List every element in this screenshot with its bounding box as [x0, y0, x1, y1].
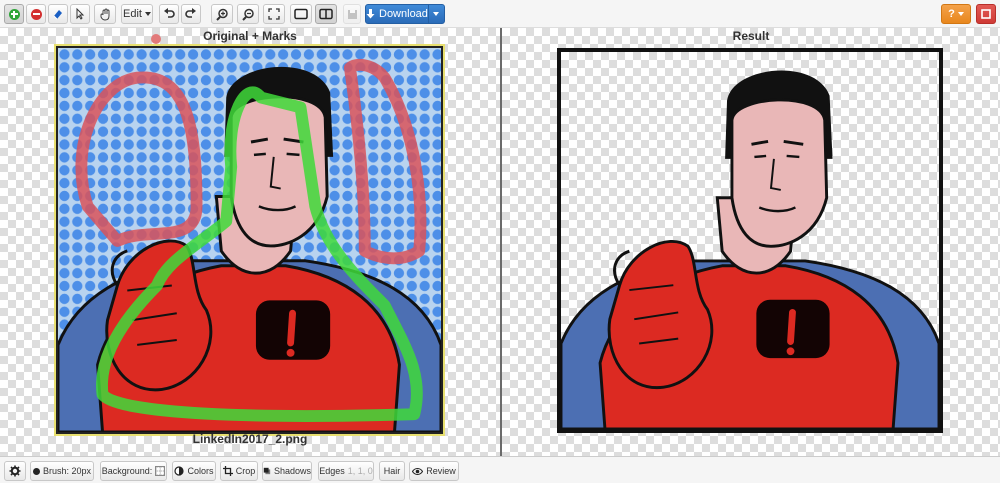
edges-button[interactable]: Edges 1, 1, 0: [318, 461, 374, 481]
close-icon: [981, 9, 991, 19]
eraser-icon: [53, 10, 62, 20]
zoom-out-icon: [241, 8, 254, 21]
crop-icon: [222, 466, 233, 476]
original-canvas[interactable]: [56, 46, 443, 434]
split-pane-icon: [319, 8, 333, 20]
hair-label: Hair: [383, 466, 401, 476]
original-pane-title: Original + Marks: [203, 29, 297, 43]
contrast-icon: [174, 466, 185, 476]
brush-cursor: [151, 34, 161, 44]
edges-label: Edges: [319, 466, 345, 476]
zoom-in-button[interactable]: [211, 4, 233, 24]
download-label: Download: [379, 8, 428, 20]
download-options-toggle[interactable]: [427, 5, 444, 23]
result-canvas[interactable]: [557, 48, 943, 433]
background-swatch-icon: [155, 466, 166, 476]
download-main: Download: [366, 8, 428, 20]
shadow-icon: [263, 467, 271, 475]
cursor-icon: [76, 8, 85, 20]
shadows-button[interactable]: Shadows: [262, 461, 312, 481]
hair-button[interactable]: Hair: [379, 461, 405, 481]
split-view-button[interactable]: [315, 4, 337, 24]
save-button[interactable]: [343, 4, 361, 24]
crop-button[interactable]: Crop: [220, 461, 258, 481]
help-button[interactable]: ?: [941, 4, 971, 24]
eye-icon: [412, 467, 424, 475]
edit-menu-button[interactable]: Edit: [121, 4, 153, 24]
bottom-toolbar: Brush: 20px Background: Colors Crop Shad…: [0, 456, 1000, 483]
eraser-button[interactable]: [48, 4, 68, 24]
brush-size-button[interactable]: Brush: 20px: [30, 461, 94, 481]
result-pane-title: Result: [732, 29, 770, 43]
colors-button[interactable]: Colors: [172, 461, 216, 481]
chevron-down-icon: [957, 12, 964, 16]
select-tool-button[interactable]: [70, 4, 90, 24]
chevron-down-icon: [144, 12, 151, 16]
remove-marks-button[interactable]: [26, 4, 46, 24]
zoom-in-icon: [215, 8, 228, 21]
brush-size-label: Brush: 20px: [42, 466, 92, 476]
chevron-down-icon: [433, 12, 440, 16]
help-label: ?: [948, 8, 955, 20]
fullscreen-icon: [268, 8, 280, 20]
download-button[interactable]: Download: [365, 4, 445, 24]
review-label: Review: [426, 466, 456, 476]
background-button[interactable]: Background:: [100, 461, 167, 481]
colors-label: Colors: [187, 466, 214, 476]
background-label: Background:: [101, 466, 153, 476]
settings-button[interactable]: [4, 461, 26, 481]
close-button[interactable]: [976, 4, 996, 24]
file-name-label: LinkedIn2017_2.png: [192, 432, 308, 446]
undo-icon: [164, 8, 175, 18]
brush-dot-icon: [32, 467, 40, 475]
download-icon: [366, 9, 375, 19]
plus-icon: [8, 8, 20, 20]
single-view-button[interactable]: [290, 4, 312, 24]
result-pane: Result: [502, 28, 1000, 456]
result-image: [561, 52, 939, 429]
crop-label: Crop: [235, 466, 256, 476]
fit-to-screen-button[interactable]: [263, 4, 285, 24]
edges-values: 1, 1, 0: [347, 466, 373, 476]
redo-icon: [185, 8, 196, 18]
pan-tool-button[interactable]: [94, 4, 116, 24]
edit-label: Edit: [123, 8, 142, 20]
single-pane-icon: [294, 8, 308, 20]
review-button[interactable]: Review: [409, 461, 459, 481]
undo-button[interactable]: [159, 4, 179, 24]
zoom-out-button[interactable]: [237, 4, 259, 24]
gear-icon: [9, 465, 21, 477]
shadows-label: Shadows: [273, 466, 311, 476]
hand-icon: [100, 8, 109, 20]
original-pane: Original + Marks LinkedIn2017_2.png: [0, 28, 500, 456]
save-icon: [347, 9, 357, 19]
original-image[interactable]: [58, 48, 441, 432]
redo-button[interactable]: [181, 4, 201, 24]
minus-icon: [30, 8, 42, 20]
add-marks-button[interactable]: [4, 4, 24, 24]
top-toolbar: Edit Download ?: [0, 0, 1000, 28]
